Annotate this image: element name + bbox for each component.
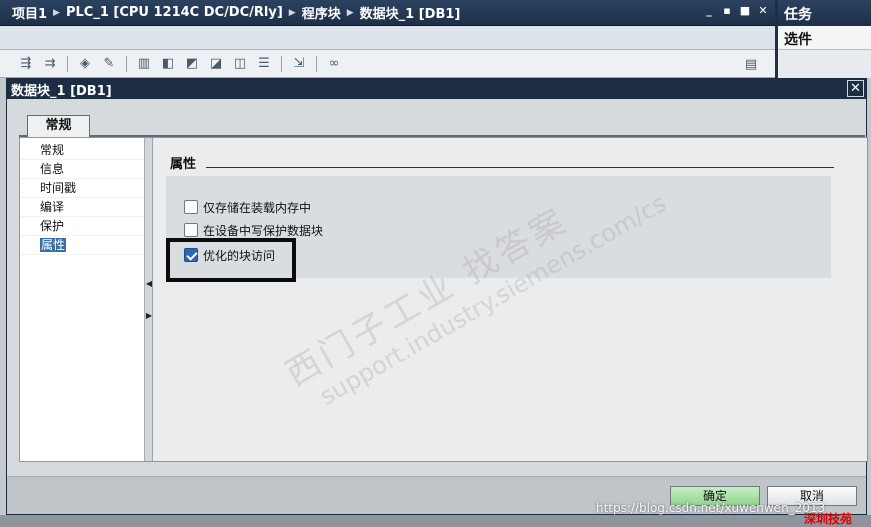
section-header: 属性	[170, 152, 834, 172]
load-snapshot-icon[interactable]: ◈	[75, 55, 95, 73]
nav-item-label: 常规	[40, 143, 65, 157]
insert-row-icon[interactable]: ⇶	[16, 55, 36, 73]
restore-icon[interactable]: ▪	[721, 4, 733, 17]
window-controls: _ ▪ ■ ✕	[703, 4, 769, 17]
option-label: 在设备中写保护数据块	[203, 223, 324, 238]
credit-label: 深圳技苑	[804, 512, 853, 526]
snapshot-icon[interactable]: ◫	[230, 55, 250, 73]
collapse-left-icon[interactable]: ◀	[145, 276, 153, 292]
dialog-title: 数据块_1 [DB1]	[11, 83, 112, 99]
editor-toolbar: ⇶ ⇉ ◈ ✎ ▥ ◧ ◩ ◪ ◫ ☰ ⇲ ∞ ▤	[0, 50, 775, 78]
copy-to-start-icon[interactable]: ◧	[158, 55, 178, 73]
monitor-icon[interactable]: ▥	[134, 55, 154, 73]
tab-general[interactable]: 常规	[27, 115, 90, 137]
nav-item-label: 编译	[40, 200, 65, 214]
breadcrumb-project[interactable]: 项目1	[12, 3, 47, 22]
breadcrumb-plc[interactable]: PLC_1 [CPU 1214C DC/DC/Rly]	[66, 5, 283, 20]
dialog-content: 常规 信息 时间戳 编译 保护 属性 ◀ ▶ 属性 仅存储在装载内存中 在设备中…	[19, 137, 868, 462]
edit-icon[interactable]: ✎	[99, 55, 119, 73]
expand-right-icon[interactable]: ▶	[145, 308, 153, 324]
editor-title-bar: 项目1 ▶ PLC_1 [CPU 1214C DC/DC/Rly] ▶ 程序块 …	[0, 0, 775, 26]
task-panel: 任务 选件	[775, 0, 871, 78]
section-title: 属性	[170, 157, 197, 172]
option-load-memory-only[interactable]: 仅存储在装载内存中	[184, 198, 311, 216]
nav-item-timestamp[interactable]: 时间戳	[20, 179, 144, 198]
credit-url: https://blog.csdn.net/xuwenwen_2013	[596, 501, 826, 515]
toolbar-divider	[67, 55, 68, 72]
nav-item-label: 时间戳	[40, 181, 77, 195]
nav-item-attributes[interactable]: 属性	[20, 236, 144, 255]
add-row-icon[interactable]: ⇉	[40, 55, 60, 73]
maximize-icon[interactable]: ■	[739, 4, 751, 17]
section-divider	[206, 167, 834, 168]
copy-snapshot-icon[interactable]: ◩	[182, 55, 202, 73]
expand-icon[interactable]: ⇲	[289, 55, 309, 73]
dialog-title-bar: 数据块_1 [DB1] ✕	[7, 79, 866, 99]
task-panel-title: 任务	[778, 0, 871, 26]
nav-splitter[interactable]: ◀ ▶	[145, 138, 153, 461]
close-icon[interactable]: ✕	[757, 4, 769, 17]
task-panel-options[interactable]: 选件	[778, 26, 871, 50]
nav-item-label: 信息	[40, 162, 65, 176]
layout-icon[interactable]: ▤	[741, 55, 761, 73]
checkbox-write-protected[interactable]	[184, 223, 198, 237]
minimize-icon[interactable]: _	[703, 4, 715, 17]
toolbar-divider	[126, 55, 127, 72]
glasses-icon[interactable]: ∞	[324, 55, 344, 73]
nav-item-protection[interactable]: 保护	[20, 217, 144, 236]
close-icon[interactable]: ✕	[847, 80, 864, 97]
highlight-frame	[166, 238, 296, 282]
breadcrumb-data-block[interactable]: 数据块_1 [DB1]	[360, 3, 461, 22]
nav-item-compile[interactable]: 编译	[20, 198, 144, 217]
option-label: 仅存储在装载内存中	[203, 200, 312, 215]
start-value-icon[interactable]: ◪	[206, 55, 226, 73]
footer-strip	[0, 515, 871, 527]
properties-dialog: 数据块_1 [DB1] ✕ 常规 常规 信息 时间戳 编译 保护 属性 ◀ ▶ …	[6, 78, 868, 515]
breadcrumb-separator-icon: ▶	[346, 7, 354, 18]
nav-item-label: 保护	[40, 219, 65, 233]
nav-list: 常规 信息 时间戳 编译 保护 属性	[20, 138, 145, 461]
nav-item-info[interactable]: 信息	[20, 160, 144, 179]
breadcrumb-separator-icon: ▶	[288, 7, 296, 18]
nav-item-label: 属性	[40, 238, 67, 252]
nav-item-general[interactable]: 常规	[20, 141, 144, 160]
option-write-protected[interactable]: 在设备中写保护数据块	[184, 221, 323, 239]
editor-sub-bar	[0, 26, 775, 50]
attributes-group: 仅存储在装载内存中 在设备中写保护数据块 优化的块访问	[166, 176, 831, 282]
checkbox-load-memory-only[interactable]	[184, 200, 198, 214]
breadcrumb-separator-icon: ▶	[53, 7, 60, 18]
tab-strip: 常规	[19, 115, 865, 137]
list-icon[interactable]: ☰	[254, 55, 274, 73]
toolbar-divider	[281, 55, 282, 72]
toolbar-divider	[316, 55, 317, 72]
breadcrumb-program-blocks[interactable]: 程序块	[302, 3, 341, 22]
